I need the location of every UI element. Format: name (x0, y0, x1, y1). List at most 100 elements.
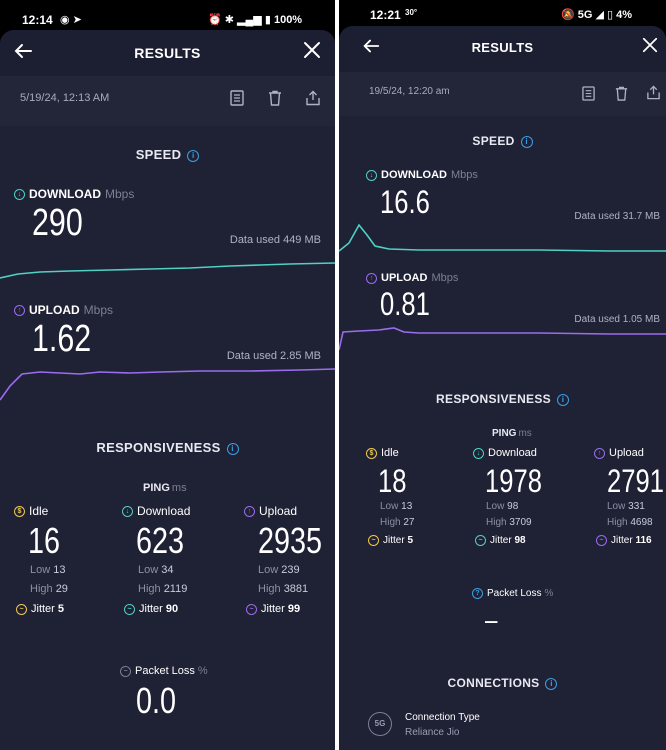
results-header: RESULTS (339, 26, 666, 72)
download-graph (0, 262, 335, 279)
responsiveness-title-text: RESPONSIVENESS (96, 440, 221, 455)
jitter-label: Jitter (490, 535, 512, 547)
speed-title-text: SPEED (472, 134, 515, 148)
jitter-label: Jitter (31, 603, 55, 615)
upload-label: ↑ UPLOAD Mbps (366, 272, 458, 284)
download-value: 290 (32, 202, 83, 244)
system-icons: 🔕 5G ◢ ▯ 4% (561, 8, 632, 21)
info-icon[interactable]: i (556, 393, 569, 406)
jitter-icon: ~ (16, 603, 27, 615)
idle-icon: $ (366, 447, 377, 459)
left-screen: 12:14 ◉ ➤ ⏰ ✱ ▂▄▆ ▮ 100% RESULTS 5/19/24… (0, 0, 335, 750)
upload-graph (339, 327, 666, 351)
notification-icons: ◉ ➤ (60, 13, 82, 26)
ping-download-value: 623 (136, 520, 185, 561)
ping-download-value: 1978 (485, 463, 542, 499)
ping-idle-label-text: Idle (29, 504, 49, 518)
ping-download-low: Low 34 (138, 564, 174, 576)
packet-loss-value: 0.0 (136, 680, 177, 721)
bluetooth-icon: ✱ (224, 14, 234, 26)
high-label: High (258, 583, 281, 595)
alarm-icon: ⏰ (208, 14, 222, 26)
ping-upload-low: Low 239 (258, 564, 300, 576)
low-value: 13 (401, 501, 413, 512)
upload-arrow-icon: ↑ (366, 272, 377, 284)
ping-unit: ms (171, 482, 187, 494)
right-screen: 12:21 30° 🔕 5G ◢ ▯ 4% RESULTS 19/5/24, 1… (339, 0, 666, 750)
download-arrow-icon: ↓ (473, 447, 484, 459)
ping-idle-high: High 29 (30, 583, 68, 595)
ping-unit: ms (518, 428, 532, 439)
packet-loss-label: ? Packet Loss% (472, 588, 553, 599)
ping-idle-value: 16 (28, 520, 61, 561)
responsiveness-section-title: RESPONSIVENESS i (339, 392, 666, 406)
upload-graph (0, 368, 335, 401)
idle-icon: $ (14, 506, 25, 518)
jitter-icon: ~ (475, 535, 486, 546)
result-meta-bar: 19/5/24, 12:20 am (339, 72, 666, 116)
download-arrow-icon: ↓ (14, 189, 25, 201)
upload-value: 1.62 (32, 318, 92, 360)
low-label: Low (30, 564, 51, 576)
high-label: High (486, 517, 507, 528)
ping-idle-low: Low 13 (380, 501, 412, 512)
info-icon[interactable]: i (520, 135, 533, 148)
jitter-icon: ~ (246, 603, 257, 615)
download-graph (339, 223, 666, 252)
upload-unit: Mbps (83, 303, 114, 317)
info-icon[interactable]: i (187, 149, 200, 162)
ping-upload-high: High 4698 (607, 517, 653, 528)
jitter-icon: ~ (124, 603, 135, 615)
packet-loss-unit: % (197, 665, 208, 677)
close-icon[interactable] (303, 41, 321, 59)
upload-label: ↑ UPLOAD Mbps (14, 303, 113, 317)
low-label: Low (138, 564, 159, 576)
jitter-label: Jitter (383, 535, 405, 547)
mute-icon: 🔕 (561, 9, 575, 21)
low-label: Low (258, 564, 279, 576)
page-title: RESULTS (134, 45, 201, 61)
ping-idle-jitter: ~ Jitter 5 (16, 603, 64, 615)
jitter-value: 99 (287, 603, 301, 615)
ping-upload-label-text: Upload (259, 504, 298, 518)
results-header: RESULTS (0, 30, 335, 76)
upload-unit: Mbps (431, 272, 459, 284)
packet-loss-unit: % (544, 588, 554, 600)
ping-upload-high: High 3881 (258, 583, 308, 595)
high-value: 4698 (630, 517, 653, 528)
download-label-text: DOWNLOAD (29, 187, 101, 201)
low-value: 13 (53, 564, 66, 576)
ping-download-jitter: ~ Jitter 98 (475, 535, 526, 546)
ping-download-label: ↓ Download (473, 447, 537, 459)
battery-percent: 4% (616, 9, 633, 21)
notes-icon[interactable] (582, 86, 595, 101)
jitter-label: Jitter (611, 535, 633, 547)
delete-icon[interactable] (267, 90, 283, 106)
upload-value: 0.81 (380, 286, 430, 322)
info-icon[interactable]: i (226, 442, 239, 455)
responsiveness-title-text: RESPONSIVENESS (436, 392, 551, 406)
low-value: 98 (507, 501, 519, 512)
notes-icon[interactable] (230, 90, 244, 106)
upload-arrow-icon: ↑ (14, 305, 25, 317)
status-time: 12:21 (370, 8, 401, 22)
ping-download-label-text: Download (488, 447, 537, 459)
connections-section-title: CONNECTIONS i (339, 676, 666, 690)
close-icon[interactable] (642, 37, 658, 53)
delete-icon[interactable] (614, 86, 629, 101)
share-icon[interactable] (646, 85, 661, 100)
share-icon[interactable] (305, 90, 321, 106)
jitter-value: 98 (514, 535, 526, 547)
result-meta-bar: 5/19/24, 12:13 AM (0, 76, 335, 126)
ping-upload-low: Low 331 (607, 501, 645, 512)
result-date: 19/5/24, 12:20 am (369, 86, 450, 97)
connection-5g-icon: 5G (368, 712, 392, 736)
speed-title-text: SPEED (135, 147, 182, 162)
ping-upload-label-text: Upload (609, 447, 644, 459)
packet-loss-value: – (485, 604, 498, 635)
ping-idle-label: $ Idle (14, 504, 48, 518)
info-icon[interactable]: i (545, 677, 558, 690)
ping-title: PING ms (143, 482, 187, 494)
packet-loss-icon: ? (472, 588, 483, 599)
telegram-icon: ➤ (72, 14, 82, 26)
